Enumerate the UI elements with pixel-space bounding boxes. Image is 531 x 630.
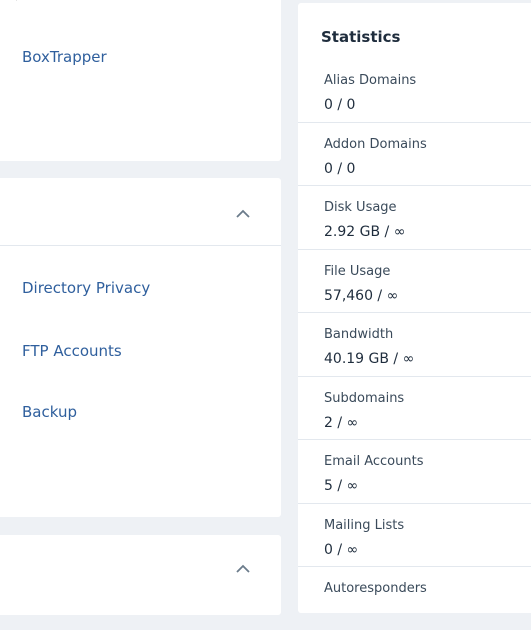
- stat-row-bandwidth: Bandwidth 40.19 GB / ∞: [298, 312, 531, 376]
- stat-value: 0 / 0: [324, 97, 356, 113]
- stat-row-disk-usage: Disk Usage 2.92 GB / ∞: [298, 185, 531, 249]
- stat-label: Addon Domains: [324, 137, 427, 152]
- chevron-up-icon[interactable]: [235, 208, 251, 218]
- directory-privacy-icon: [0, 276, 4, 302]
- partial-icon: [16, 0, 17, 1]
- stat-label: Autoresponders: [324, 581, 427, 596]
- stat-label: Mailing Lists: [324, 518, 405, 533]
- email-tools-panel: BoxTrapper: [0, 0, 281, 161]
- ftp-accounts-label: FTP Accounts: [22, 342, 122, 360]
- chevron-up-icon[interactable]: [235, 563, 251, 573]
- files-panel: Directory Privacy P FTP Accounts Backup: [0, 178, 281, 517]
- stat-label: Alias Domains: [324, 73, 417, 88]
- backup-icon: [0, 400, 4, 426]
- stat-label: Email Accounts: [324, 454, 424, 469]
- ftp-accounts-icon: P: [0, 339, 4, 365]
- collapsed-panel: [0, 535, 281, 615]
- directory-privacy-label: Directory Privacy: [22, 279, 151, 297]
- boxtrapper-label: BoxTrapper: [22, 48, 107, 66]
- stat-row-subdomains: Subdomains 2 / ∞: [298, 376, 531, 440]
- stat-value: 2.92 GB / ∞: [324, 224, 406, 240]
- stat-row-autoresponders: Autoresponders: [298, 566, 531, 630]
- stat-row-addon-domains: Addon Domains 0 / 0: [298, 122, 531, 186]
- files-panel-header[interactable]: [0, 178, 281, 246]
- stat-label: File Usage: [324, 264, 391, 279]
- stat-value: 0 / 0: [324, 161, 356, 177]
- stat-value: 57,460 / ∞: [324, 288, 399, 304]
- backup-label: Backup: [22, 403, 77, 421]
- stat-row-file-usage: File Usage 57,460 / ∞: [298, 249, 531, 313]
- stat-row-email-accounts: Email Accounts 5 / ∞: [298, 439, 531, 503]
- stat-label: Bandwidth: [324, 327, 394, 342]
- stat-value: 40.19 GB / ∞: [324, 351, 415, 367]
- stat-label: Disk Usage: [324, 200, 397, 215]
- stat-row-mailing-lists: Mailing Lists 0 / ∞: [298, 503, 531, 567]
- stat-value: 0 / ∞: [324, 542, 359, 558]
- boxtrapper-icon: [0, 45, 4, 71]
- statistics-panel: Statistics Alias Domains 0 / 0 Addon Dom…: [298, 3, 531, 613]
- stat-value: 2 / ∞: [324, 415, 359, 431]
- statistics-title: Statistics: [321, 28, 401, 46]
- stat-row-alias-domains: Alias Domains 0 / 0: [298, 59, 531, 122]
- stat-value: 5 / ∞: [324, 478, 359, 494]
- stat-label: Subdomains: [324, 391, 405, 406]
